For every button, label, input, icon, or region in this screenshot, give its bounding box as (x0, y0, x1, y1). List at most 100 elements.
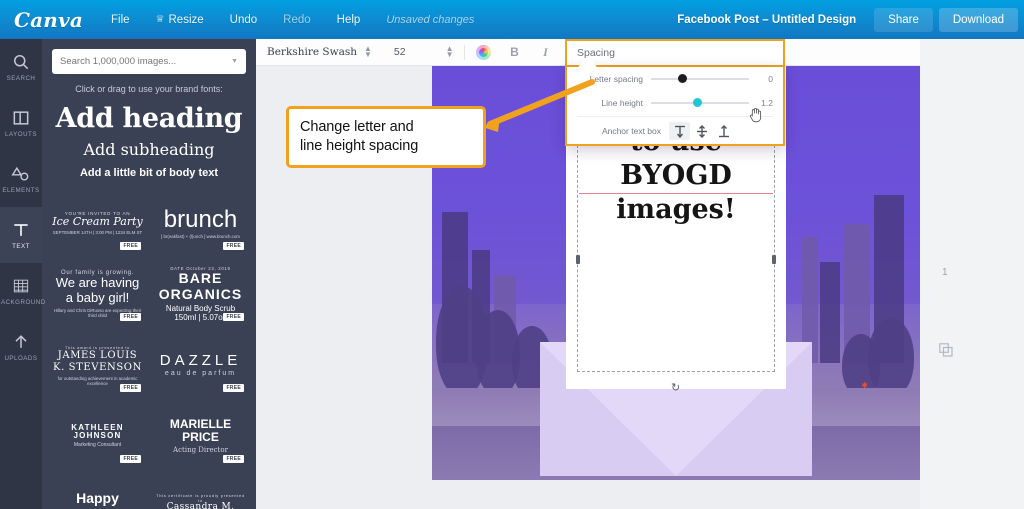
free-badge: FREE (120, 384, 141, 392)
menu-item-undo[interactable]: Undo (230, 14, 258, 26)
menu-item-redo[interactable]: Redo (283, 14, 311, 26)
menu-item-help-label: Help (336, 13, 361, 26)
add-heading-button[interactable]: Add heading (42, 103, 256, 134)
menu-item-undo-label: Undo (229, 13, 258, 26)
font-family-stepper-icon[interactable]: ▲ ▼ (364, 44, 372, 58)
text-template-card[interactable]: This award is presented to JAMES LOUIS K… (50, 333, 145, 397)
text-template-card[interactable]: KATHLEEN JOHNSON Marketing Consultant FR… (50, 404, 145, 468)
sidebar-item-text[interactable]: TEXT (0, 207, 42, 263)
callout-line-2: line height spacing (300, 138, 419, 154)
resize-handle-right[interactable] (772, 254, 776, 264)
chevron-down-icon[interactable]: ▼ (231, 58, 238, 65)
template-sub-line: SEPTEMBER 14TH | 3:00 PM | 1234 ELM ST (52, 229, 143, 235)
brand-fonts-note: Click or drag to use your brand fonts: (75, 84, 223, 94)
align-top-button[interactable] (669, 122, 690, 140)
line-height-slider[interactable] (651, 95, 762, 123)
text-template-card[interactable]: DATE October 23, 2019 BARE ORGANICS Natu… (153, 262, 248, 326)
font-family-selector[interactable]: Berkshire Swash (267, 46, 357, 58)
menu-item-help[interactable]: Help (337, 14, 361, 26)
sidebar-item-elements[interactable]: ELEMENTS (0, 151, 42, 207)
italic-button[interactable]: I (537, 43, 555, 61)
add-subheading-button[interactable]: Add subheading (42, 140, 256, 159)
menu-item-file-label: File (111, 13, 130, 26)
resize-handle-left[interactable] (576, 254, 580, 264)
search-icon (14, 55, 29, 70)
left-icon-rail: SEARCH LAYOUTS ELEMENTS TEXT BACKGROUND … (0, 39, 45, 509)
spacing-field-label: Spacing (577, 47, 615, 59)
free-badge: FREE (120, 313, 141, 321)
color-wheel-icon (476, 44, 492, 60)
align-middle-button[interactable] (691, 122, 712, 140)
text-template-card[interactable]: Our family is growing. We are having a b… (50, 262, 145, 326)
template-main-line: JAMES LOUIS K. STEVENSON (53, 349, 142, 373)
slider-track (651, 78, 749, 80)
letter-spacing-value: 0 (768, 74, 773, 84)
sidebar-item-search[interactable]: SEARCH (0, 39, 42, 95)
top-menu-right: Facebook Post – Untitled Design Share Do… (677, 0, 1024, 39)
template-main-line: DAZZLE (159, 351, 242, 369)
elements-icon (11, 166, 29, 181)
save-status: Unsaved changes (386, 13, 475, 26)
template-main-line: Happy BIRTHDAY (62, 490, 133, 509)
font-size-input[interactable]: 52 (394, 46, 406, 58)
menu-item-file[interactable]: File (111, 14, 130, 26)
text-template-card[interactable]: MARIELLE PRICE Acting Director FREE (153, 404, 248, 468)
text-panel: ▼ Click or drag to use your brand fonts:… (42, 39, 256, 509)
line-height-knob[interactable] (693, 98, 703, 107)
sidebar-item-background[interactable]: BACKGROUND (0, 263, 45, 319)
sidebar-item-search-label: SEARCH (6, 75, 36, 82)
share-button[interactable]: Share (874, 7, 933, 32)
text-color-button[interactable] (475, 43, 493, 61)
menu-item-resize[interactable]: ♕ Resize (156, 14, 204, 26)
text-template-card[interactable]: DAZZLE eau de parfum FREE (153, 333, 248, 397)
search-input[interactable] (60, 56, 232, 67)
page-side-panel: 1 (920, 39, 1024, 509)
sidebar-item-layouts-label: LAYOUTS (5, 131, 37, 138)
free-badge: FREE (223, 242, 244, 250)
rotate-handle-icon[interactable]: ↻ (671, 381, 681, 394)
font-size-stepper-icon[interactable]: ▲ ▼ (446, 44, 454, 58)
sidebar-item-layouts[interactable]: LAYOUTS (0, 95, 42, 151)
template-sub-line: eau de parfum (164, 370, 237, 378)
download-button[interactable]: Download (938, 7, 1018, 32)
sidebar-item-text-label: TEXT (12, 243, 30, 250)
free-badge: FREE (223, 313, 244, 321)
canva-editor-window: Canva File ♕ Resize Undo Redo Help Unsav… (0, 0, 1024, 509)
canva-logo[interactable]: Canva (14, 8, 83, 32)
align-bottom-button[interactable] (713, 122, 734, 140)
template-main-line: We are having a baby girl! (55, 275, 140, 305)
text-template-card[interactable]: Happy BIRTHDAY FREE (50, 475, 145, 509)
add-body-text-button[interactable]: Add a little bit of body text (42, 167, 256, 179)
text-selection-box[interactable]: ↻ (576, 145, 776, 394)
align-middle-icon (696, 124, 707, 138)
template-main-line: brunch (163, 205, 238, 233)
letter-spacing-knob[interactable] (678, 74, 688, 83)
text-template-card[interactable]: This certificate is proudly presented to… (153, 475, 248, 509)
template-sub-line: Acting Director (173, 445, 228, 454)
sidebar-item-uploads-label: UPLOADS (4, 355, 38, 362)
design-title[interactable]: Facebook Post – Untitled Design (677, 14, 856, 26)
template-main-line: Ice Cream Party (52, 215, 143, 229)
align-bottom-icon (718, 124, 729, 137)
template-sub-line: [ br(eakfast) + (l)unch ] www.brunch.com (161, 234, 240, 240)
top-menu-left: Canva File ♕ Resize Undo Redo Help Unsav… (0, 0, 500, 39)
letter-spacing-slider[interactable] (651, 71, 749, 87)
template-main-line: MARIELLE PRICE (169, 417, 232, 444)
bold-button[interactable]: B (506, 43, 524, 61)
free-badge: FREE (120, 242, 141, 250)
page-number: 1 (942, 267, 948, 278)
sidebar-item-uploads[interactable]: UPLOADS (0, 319, 42, 375)
top-menu-bar: Canva File ♕ Resize Undo Redo Help Unsav… (0, 0, 1024, 39)
anchor-button-group (669, 122, 734, 140)
sidebar-item-elements-label: ELEMENTS (2, 187, 40, 194)
spacing-field-highlight[interactable]: Spacing (565, 39, 785, 67)
text-template-grid: YOU'RE INVITED TO AN Ice Cream Party SEP… (42, 191, 256, 509)
decorative-star-icon: ✱ (861, 381, 868, 390)
duplicate-page-button[interactable] (939, 343, 953, 362)
free-badge: FREE (120, 455, 141, 463)
text-template-card[interactable]: YOU'RE INVITED TO AN Ice Cream Party SEP… (50, 191, 145, 255)
text-template-card[interactable]: brunch [ br(eakfast) + (l)unch ] www.bru… (153, 191, 248, 255)
panel-search-box[interactable]: ▼ (52, 49, 246, 74)
layouts-icon (13, 111, 29, 125)
duplicate-page-icon (939, 343, 953, 357)
